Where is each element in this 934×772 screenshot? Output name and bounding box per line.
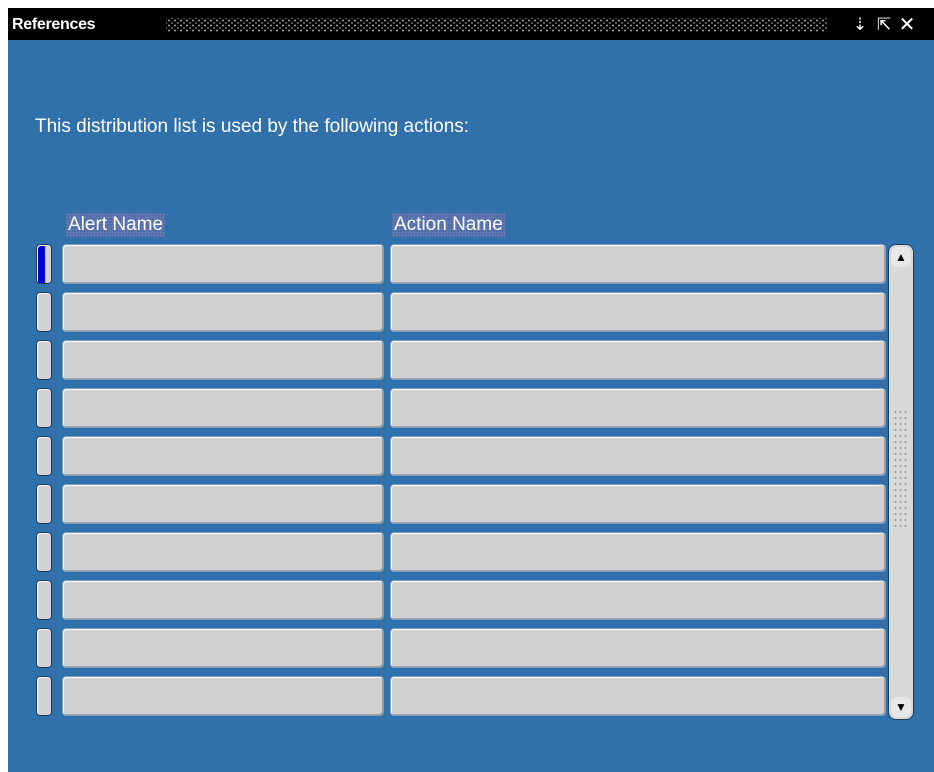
row-selector[interactable] bbox=[36, 436, 52, 476]
references-window: References ⇣ ⇱ ✕ This distribution list … bbox=[8, 8, 934, 772]
action-name-field[interactable] bbox=[390, 676, 886, 716]
table-row bbox=[36, 675, 888, 719]
action-name-field[interactable] bbox=[390, 244, 886, 284]
column-header-alert-name: Alert Name bbox=[66, 213, 166, 237]
row-selector[interactable] bbox=[36, 340, 52, 380]
alert-name-field[interactable] bbox=[62, 292, 384, 332]
action-name-field[interactable] bbox=[390, 340, 886, 380]
row-selector[interactable] bbox=[36, 676, 52, 716]
alert-name-field[interactable] bbox=[62, 484, 384, 524]
arrow-up-icon[interactable]: ▲ bbox=[891, 247, 911, 267]
table-row bbox=[36, 339, 888, 383]
alert-name-field[interactable] bbox=[62, 628, 384, 668]
alert-name-field[interactable] bbox=[62, 676, 384, 716]
table-row bbox=[36, 579, 888, 623]
action-name-field[interactable] bbox=[390, 580, 886, 620]
action-name-field[interactable] bbox=[390, 532, 886, 572]
prompt-text: This distribution list is used by the fo… bbox=[35, 116, 470, 137]
row-selector[interactable] bbox=[36, 484, 52, 524]
table-row bbox=[36, 243, 888, 287]
title-drag-grip[interactable] bbox=[166, 18, 828, 32]
action-name-field[interactable] bbox=[390, 388, 886, 428]
action-name-field[interactable] bbox=[390, 628, 886, 668]
table-row bbox=[36, 291, 888, 335]
row-selector[interactable] bbox=[36, 628, 52, 668]
title-bar[interactable]: References ⇣ ⇱ ✕ bbox=[8, 8, 934, 40]
alert-name-field[interactable] bbox=[62, 436, 384, 476]
action-name-field[interactable] bbox=[390, 436, 886, 476]
arrow-down-icon[interactable]: ▼ bbox=[891, 697, 911, 717]
row-selector[interactable] bbox=[36, 580, 52, 620]
row-selector[interactable] bbox=[36, 244, 52, 284]
scroll-thumb[interactable] bbox=[893, 409, 909, 527]
table-row bbox=[36, 627, 888, 671]
alert-name-field[interactable] bbox=[62, 532, 384, 572]
row-selector[interactable] bbox=[36, 292, 52, 332]
table-row bbox=[36, 483, 888, 527]
table-row bbox=[36, 387, 888, 431]
minimize-icon[interactable]: ⇣ bbox=[850, 15, 870, 35]
table-row bbox=[36, 531, 888, 575]
row-selector[interactable] bbox=[36, 388, 52, 428]
table-row bbox=[36, 435, 888, 479]
alert-name-field[interactable] bbox=[62, 340, 384, 380]
close-icon[interactable]: ✕ bbox=[897, 15, 917, 35]
alert-name-field[interactable] bbox=[62, 580, 384, 620]
maximize-icon[interactable]: ⇱ bbox=[874, 15, 894, 35]
alert-name-field[interactable] bbox=[62, 388, 384, 428]
vertical-scrollbar[interactable]: ▲ ▼ bbox=[888, 244, 914, 720]
action-name-field[interactable] bbox=[390, 292, 886, 332]
column-header-action-name: Action Name bbox=[392, 213, 505, 237]
window-title: References bbox=[12, 16, 96, 33]
row-selector[interactable] bbox=[36, 532, 52, 572]
action-name-field[interactable] bbox=[390, 484, 886, 524]
alert-name-field[interactable] bbox=[62, 244, 384, 284]
